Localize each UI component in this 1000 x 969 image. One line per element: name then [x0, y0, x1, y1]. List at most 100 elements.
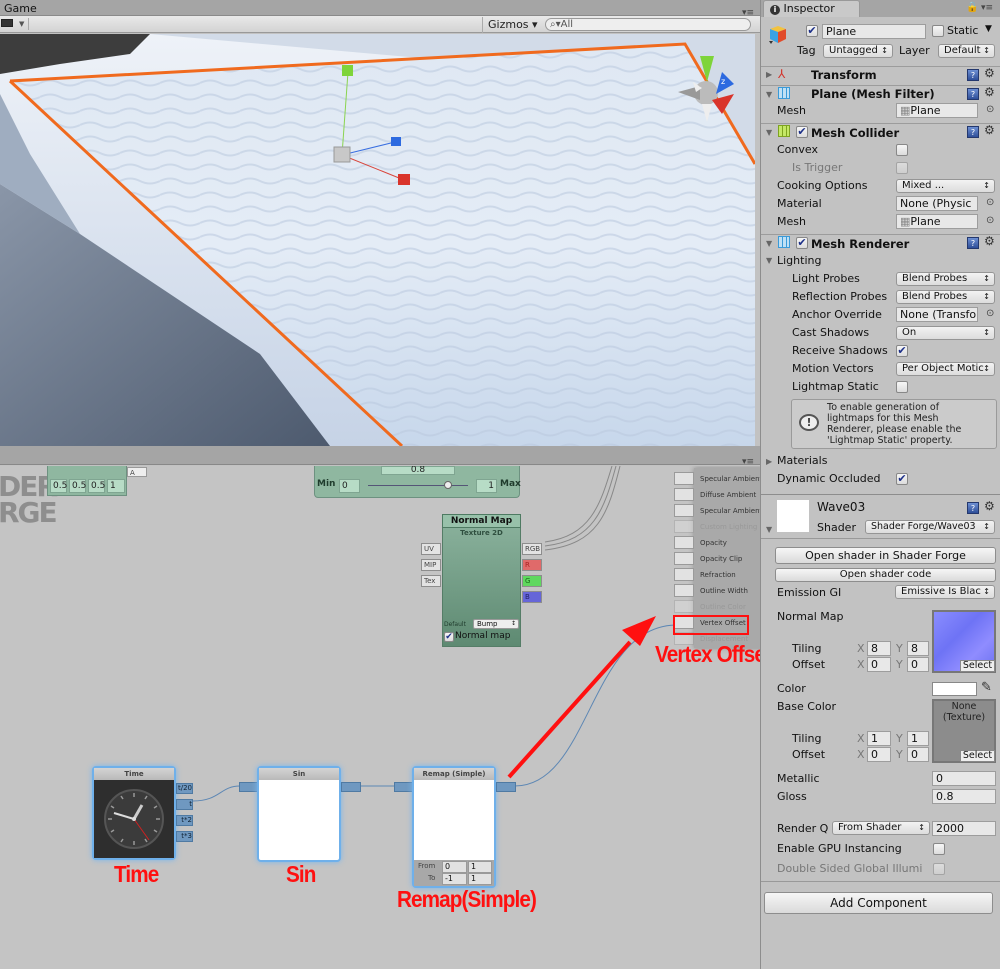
node-editor-canvas[interactable]: DER RGE 0.5 0.5 0.5 1 A 0.8 Min 0 1 Max …	[0, 466, 760, 969]
help-icon[interactable]: ?	[967, 126, 979, 138]
tag-dropdown[interactable]: Untagged	[823, 44, 893, 58]
open-shader-code-button[interactable]: Open shader code	[775, 568, 996, 582]
gear-icon[interactable]: ⚙	[984, 234, 995, 248]
gameobject-name-input[interactable]: Plane	[822, 24, 926, 39]
remap-to-max[interactable]: 1	[468, 873, 492, 885]
physic-material-field[interactable]: None (Physic	[896, 196, 978, 211]
main-node-input-row[interactable]: Outline Color	[674, 599, 760, 615]
object-picker-icon[interactable]: ⊙	[986, 215, 994, 226]
materials-foldout[interactable]: Materials	[777, 454, 827, 467]
remap-from-min[interactable]: 0	[442, 861, 467, 873]
emission-gi-dropdown[interactable]: Emissive Is Blac	[895, 585, 995, 599]
main-node-input-port[interactable]	[674, 552, 694, 565]
normal-tiling-x-input[interactable]: 8	[867, 641, 891, 656]
object-picker-icon[interactable]: ⊙	[986, 104, 994, 115]
main-node-input-port[interactable]	[674, 568, 694, 581]
lightmap-static-checkbox[interactable]	[896, 381, 908, 393]
reflection-probes-dropdown[interactable]: Blend Probes	[896, 290, 995, 304]
lock-icon[interactable]: 🔒	[966, 2, 978, 13]
base-offset-y-input[interactable]: 0	[907, 747, 929, 762]
anchor-override-field[interactable]: None (Transfo	[896, 307, 978, 322]
normal-map-select-button[interactable]: Select	[960, 660, 995, 672]
color-swatch[interactable]	[932, 682, 977, 696]
gloss-input[interactable]: 0.8	[932, 789, 996, 804]
scene-search-input[interactable]: ⌕▾All	[545, 18, 751, 31]
layer-dropdown[interactable]: Default	[938, 44, 995, 58]
mesh-renderer-enabled-checkbox[interactable]: ✔	[796, 237, 808, 249]
base-color-select-button[interactable]: Select	[960, 750, 995, 762]
gear-icon[interactable]: ⚙	[984, 499, 995, 513]
object-picker-icon[interactable]: ⊙	[986, 308, 994, 319]
motion-vectors-dropdown[interactable]: Per Object Motic	[896, 362, 995, 376]
game-viewport[interactable]: z	[0, 34, 755, 446]
time-output-port[interactable]: t/20	[176, 783, 193, 794]
slider-max-input[interactable]: 1	[476, 479, 497, 493]
normal-offset-y-input[interactable]: 0	[907, 657, 929, 672]
collider-mesh-field[interactable]: ▦Plane	[896, 214, 978, 229]
base-tiling-y-input[interactable]: 1	[907, 731, 929, 746]
normal-offset-x-input[interactable]: 0	[867, 657, 891, 672]
sin-node[interactable]: Sin	[257, 766, 341, 862]
help-icon[interactable]: ?	[967, 502, 979, 514]
normal-tiling-y-input[interactable]: 8	[907, 641, 929, 656]
slider-min-input[interactable]: 0	[339, 479, 360, 493]
help-icon[interactable]: ?	[967, 69, 979, 81]
time-output-port[interactable]: t	[176, 799, 193, 810]
render-queue-mode-dropdown[interactable]: From Shader	[832, 821, 930, 835]
main-node-input-row[interactable]: Refraction	[674, 567, 760, 583]
material-foldout-arrow-icon[interactable]: ▼	[766, 525, 772, 534]
light-probes-dropdown[interactable]: Blend Probes	[896, 272, 995, 286]
tab-game[interactable]: Game	[0, 0, 41, 16]
gear-icon[interactable]: ⚙	[984, 123, 995, 137]
main-node-input-row[interactable]: Specular Ambient	[674, 503, 760, 519]
gear-icon[interactable]: ⚙	[984, 66, 995, 80]
sin-output-port[interactable]	[341, 782, 361, 792]
remap-from-max[interactable]: 1	[468, 861, 492, 873]
render-queue-input[interactable]: 2000	[932, 821, 996, 836]
gear-icon[interactable]: ⚙	[984, 85, 995, 99]
normal-map-checkbox[interactable]: ✔	[444, 632, 454, 642]
main-node-input-row[interactable]: Specular Ambient	[674, 471, 760, 487]
main-node-input-port[interactable]	[674, 584, 694, 597]
main-node-input-row[interactable]: Outline Width	[674, 583, 760, 599]
remap-node[interactable]: Remap (Simple) From To 0 1 -1 1	[412, 766, 496, 888]
display-icon[interactable]	[1, 19, 13, 27]
inspector-menu-icon[interactable]: ▾≡	[981, 3, 993, 13]
remap-input-port[interactable]	[394, 782, 414, 792]
normal-map-input-tex[interactable]: Tex	[421, 575, 441, 587]
time-output-port[interactable]: t*2	[176, 815, 193, 826]
main-node-input-row[interactable]: Custom Lighting	[674, 519, 760, 535]
base-offset-x-input[interactable]: 0	[867, 747, 891, 762]
convex-checkbox[interactable]	[896, 144, 908, 156]
gizmos-dropdown[interactable]: Gizmos ▾	[482, 17, 543, 33]
normal-map-output-g[interactable]: G	[522, 575, 542, 587]
mesh-collider-enabled-checkbox[interactable]: ✔	[796, 126, 808, 138]
help-icon[interactable]: ?	[967, 237, 979, 249]
normal-map-output-r[interactable]: R	[522, 559, 542, 571]
static-checkbox[interactable]	[932, 25, 944, 37]
expand-arrow-icon[interactable]: ▶	[766, 70, 772, 79]
gpu-instancing-checkbox[interactable]	[933, 843, 945, 855]
normal-map-output-rgb[interactable]: RGB	[522, 543, 542, 555]
vector4-value-y[interactable]: 0.5	[69, 479, 86, 493]
add-component-button[interactable]: Add Component	[764, 892, 993, 914]
vector4-value-w[interactable]: 1	[107, 479, 125, 493]
display-dropdown-caret-icon[interactable]: ▼	[19, 18, 29, 30]
main-node-input-port[interactable]	[674, 520, 694, 533]
eyedropper-icon[interactable]: ✎	[981, 680, 992, 695]
collapse-arrow-icon[interactable]: ▼	[766, 239, 772, 248]
normal-map-input-uv[interactable]: UV	[421, 543, 441, 555]
object-picker-icon[interactable]: ⊙	[986, 197, 994, 208]
main-node-input-port[interactable]	[674, 504, 694, 517]
transform-component-header[interactable]	[761, 66, 1000, 84]
cooking-options-dropdown[interactable]: Mixed ...	[896, 179, 995, 193]
main-node-input-port[interactable]	[674, 472, 694, 485]
shader-dropdown[interactable]: Shader Forge/Wave03	[865, 520, 995, 534]
normal-map-output-b[interactable]: B	[522, 591, 542, 603]
slider-value[interactable]: 0.8	[381, 466, 455, 475]
remap-to-min[interactable]: -1	[442, 873, 467, 885]
lighting-foldout[interactable]: Lighting	[777, 254, 821, 267]
normal-map-default-dropdown[interactable]: Bump ↕	[473, 619, 519, 629]
main-node-input-port[interactable]	[674, 488, 694, 501]
main-node-input-port[interactable]	[674, 536, 694, 549]
